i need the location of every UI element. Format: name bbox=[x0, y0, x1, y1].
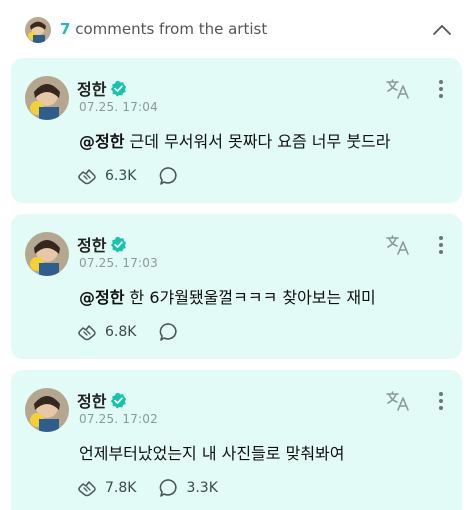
translate-icon[interactable] bbox=[385, 390, 411, 412]
comment-text: @정한 근데 무서워서 못짜다 요즘 너무 붓드라 bbox=[79, 128, 391, 152]
like-icon bbox=[78, 481, 96, 497]
mention[interactable]: @정한 bbox=[79, 288, 124, 307]
timestamp: 07.25. 17:04 bbox=[79, 100, 158, 114]
comment-card: 정한 07.25. 17:04 @정한 근데 무서워서 못짜다 요즘 너무 붓드… bbox=[11, 58, 462, 203]
reply-count: 3.3K bbox=[186, 480, 218, 496]
like-button[interactable]: 7.8K bbox=[77, 478, 136, 498]
comment-body: 한 6갸월됐울껄ㅋㅋㅋ 찾아보는 재미 bbox=[124, 288, 376, 307]
comment-text: @정한 한 6갸월됐울껄ㅋㅋㅋ 찾아보는 재미 bbox=[79, 284, 376, 308]
comment-icon bbox=[160, 167, 178, 185]
like-icon bbox=[78, 169, 96, 185]
author-row: 정한 bbox=[77, 76, 127, 100]
more-icon[interactable] bbox=[433, 234, 449, 256]
comment-text: 언제부터났었는지 내 사진들로 맞춰봐여 bbox=[79, 440, 345, 464]
avatar[interactable] bbox=[25, 232, 69, 276]
author-name[interactable]: 정한 bbox=[77, 232, 106, 256]
author-name[interactable]: 정한 bbox=[77, 76, 106, 100]
translate-icon[interactable] bbox=[385, 78, 411, 100]
timestamp: 07.25. 17:02 bbox=[79, 412, 158, 426]
artist-avatar bbox=[25, 17, 51, 43]
timestamp: 07.25. 17:03 bbox=[79, 256, 158, 270]
avatar[interactable] bbox=[25, 388, 69, 432]
comment-icon bbox=[160, 479, 178, 497]
like-button[interactable]: 6.3K bbox=[77, 166, 136, 186]
more-icon[interactable] bbox=[433, 390, 449, 412]
verified-icon bbox=[111, 80, 127, 96]
comment-body: 언제부터났었는지 내 사진들로 맞춰봐여 bbox=[79, 444, 345, 463]
author-row: 정한 bbox=[77, 388, 127, 412]
author-row: 정한 bbox=[77, 232, 127, 256]
reply-button[interactable] bbox=[158, 166, 186, 186]
reply-button[interactable]: 3.3K bbox=[158, 478, 218, 498]
chevron-up-icon[interactable] bbox=[430, 18, 454, 42]
header-title: 7 comments from the artist bbox=[60, 20, 267, 38]
avatar[interactable] bbox=[25, 76, 69, 120]
actions: 7.8K 3.3K bbox=[77, 478, 240, 498]
like-count: 6.3K bbox=[105, 168, 137, 184]
actions: 6.3K bbox=[77, 166, 208, 186]
comments-header[interactable]: 7 comments from the artist bbox=[0, 0, 474, 60]
comment-body: 근데 무서워서 못짜다 요즘 너무 붓드라 bbox=[124, 132, 391, 151]
comment-count: 7 bbox=[60, 20, 71, 38]
reply-button[interactable] bbox=[158, 322, 186, 342]
comment-icon bbox=[160, 323, 178, 341]
actions: 6.8K bbox=[77, 322, 208, 342]
like-count: 7.8K bbox=[105, 480, 137, 496]
translate-icon[interactable] bbox=[385, 234, 411, 256]
like-icon bbox=[78, 325, 96, 341]
comment-card: 정한 07.25. 17:02 언제부터났었는지 내 사진들로 맞춰봐여 7.8… bbox=[11, 370, 462, 510]
like-button[interactable]: 6.8K bbox=[77, 322, 136, 342]
mention[interactable]: @정한 bbox=[79, 132, 124, 151]
header-label: comments from the artist bbox=[70, 20, 268, 38]
verified-icon bbox=[111, 392, 127, 408]
author-name[interactable]: 정한 bbox=[77, 388, 106, 412]
like-count: 6.8K bbox=[105, 324, 137, 340]
more-icon[interactable] bbox=[433, 78, 449, 100]
comment-card: 정한 07.25. 17:03 @정한 한 6갸월됐울껄ㅋㅋㅋ 찾아보는 재미 … bbox=[11, 214, 462, 359]
verified-icon bbox=[111, 236, 127, 252]
